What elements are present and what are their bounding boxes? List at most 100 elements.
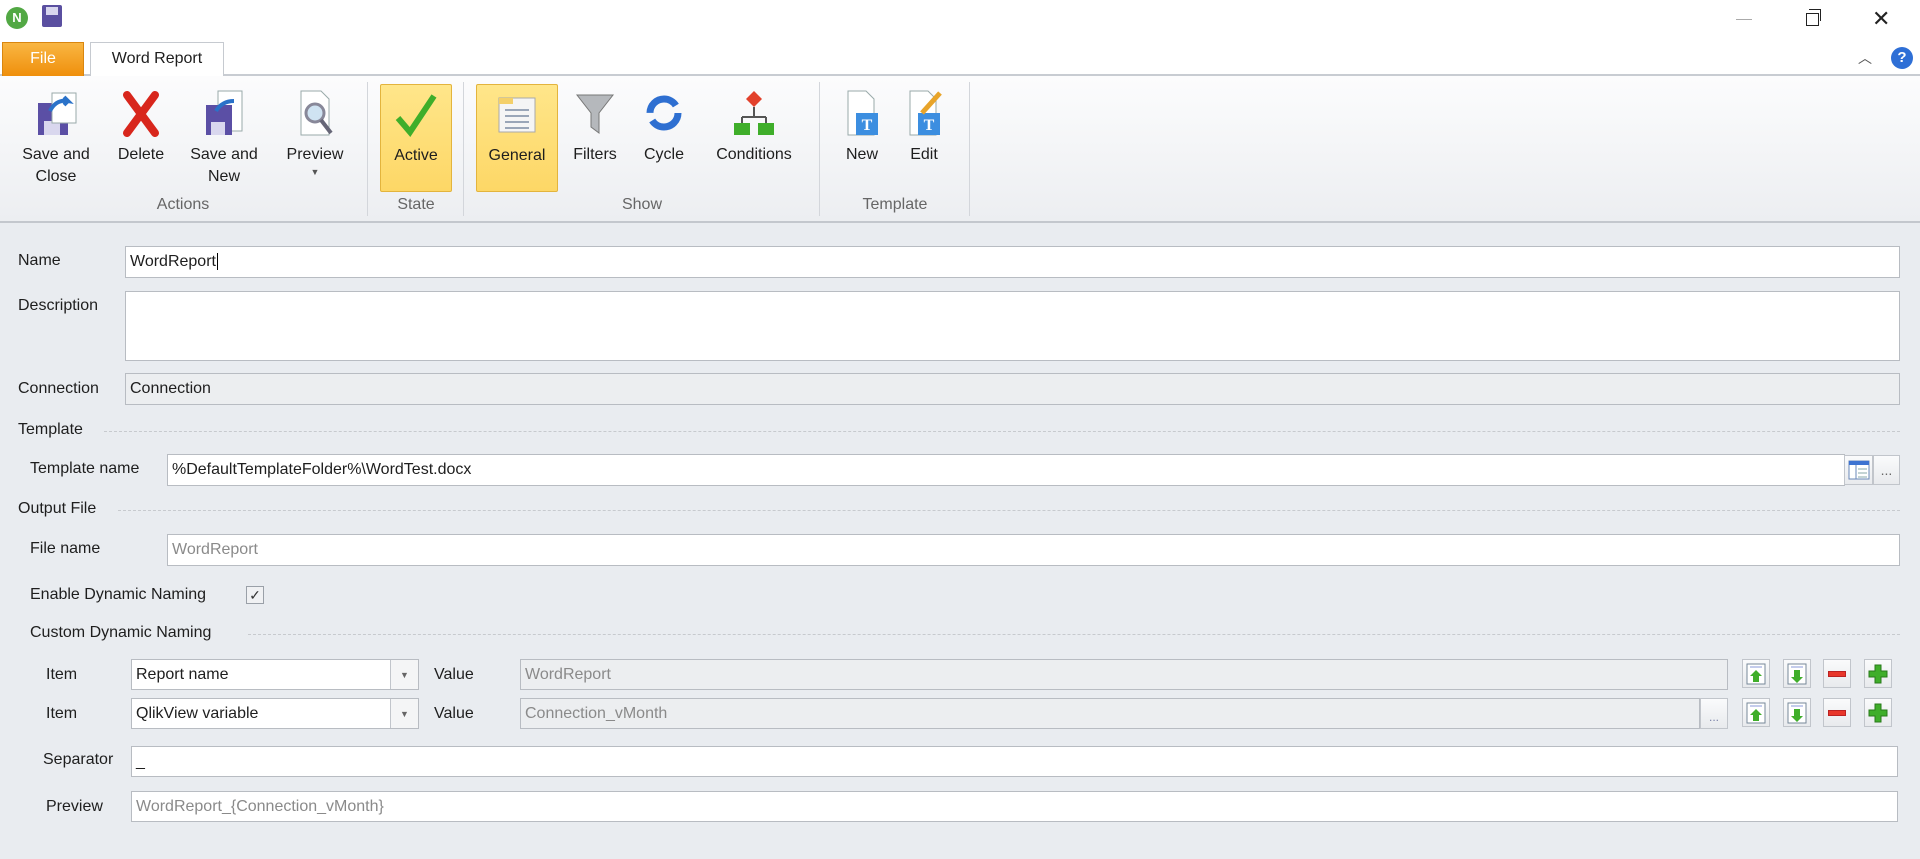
move-up-button[interactable] [1742, 698, 1770, 727]
ribbon: Save and Close Delete Save and New Preview… [0, 76, 1920, 223]
group-divider [367, 82, 368, 216]
group-label-state: State [397, 196, 435, 213]
template-browse-list-button[interactable] [1844, 455, 1873, 485]
item-select[interactable]: Report name ▼ [131, 659, 419, 690]
connection-label: Connection [18, 380, 99, 397]
item-label: Item [46, 705, 78, 722]
output-file-section-header: Output File [18, 500, 97, 517]
minus-icon [1828, 709, 1846, 716]
enable-dynamic-naming-label: Enable Dynamic Naming [30, 586, 207, 603]
save-icon[interactable] [42, 5, 62, 27]
close-button[interactable]: ✕ [1872, 6, 1890, 32]
name-value: WordReport [130, 253, 216, 270]
save-and-close-button[interactable]: Save and Close [14, 84, 98, 192]
cycle-arrows-icon [640, 88, 688, 138]
label: Preview [286, 146, 344, 163]
template-section-header: Template [18, 421, 83, 438]
dropdown-arrow-icon: ▼ [310, 167, 320, 177]
save-and-new-button[interactable]: Save and New [184, 84, 264, 192]
custom-dynamic-naming-header: Custom Dynamic Naming [30, 624, 212, 641]
template-name-input[interactable]: %DefaultTemplateFolder%\WordTest.docx [167, 454, 1845, 486]
move-up-button[interactable] [1742, 659, 1770, 688]
remove-item-button[interactable] [1823, 698, 1851, 727]
minimize-button[interactable] [1736, 19, 1752, 20]
cycle-button[interactable]: Cycle [634, 84, 694, 192]
label: New [207, 168, 240, 185]
chevron-down-icon[interactable]: ▼ [390, 699, 418, 728]
plus-icon [1868, 703, 1888, 722]
group-divider [969, 82, 970, 216]
name-input[interactable]: WordReport [125, 246, 1900, 278]
checkmark-icon [392, 89, 440, 139]
funnel-icon [571, 88, 619, 138]
label: Save and [190, 146, 258, 163]
section-divider [248, 634, 1900, 635]
label: Filters [573, 146, 617, 163]
name-label: Name [18, 252, 61, 269]
title-bar: N ✕ [0, 0, 1920, 42]
section-divider [104, 431, 1900, 432]
move-down-icon [1787, 702, 1807, 723]
table-list-icon [1848, 460, 1869, 480]
conditions-button[interactable]: Conditions [706, 84, 802, 192]
item-label: Item [46, 666, 78, 683]
edit-template-button[interactable]: T Edit [896, 84, 952, 192]
label: Cycle [643, 146, 684, 163]
save-close-icon [32, 88, 80, 138]
edit-document-icon: T [900, 88, 948, 138]
item-select-value: Report name [136, 666, 229, 683]
description-label: Description [18, 297, 99, 314]
group-label-template: Template [862, 196, 928, 213]
filters-button[interactable]: Filters [566, 84, 624, 192]
conditions-diagram-icon [730, 88, 778, 138]
template-name-label: Template name [30, 460, 140, 477]
active-toggle-button[interactable]: Active [380, 84, 452, 192]
file-name-input[interactable]: WordReport [167, 534, 1900, 566]
move-down-button[interactable] [1783, 659, 1811, 688]
restore-button[interactable] [1806, 9, 1821, 26]
label: Close [35, 168, 77, 185]
new-document-icon: T [838, 88, 886, 138]
item-value-field: WordReport [520, 659, 1728, 690]
enable-dynamic-naming-checkbox[interactable]: ✓ [246, 586, 264, 604]
preview-button[interactable]: Preview ▼ [278, 84, 352, 192]
new-template-button[interactable]: T New [834, 84, 890, 192]
ribbon-tabs: File Word Report ︿ ? [0, 42, 1920, 78]
delete-button[interactable]: Delete [110, 84, 172, 192]
collapse-ribbon-icon[interactable]: ︿ [1858, 48, 1872, 68]
item-select-value: QlikView variable [136, 705, 259, 722]
description-textarea[interactable] [125, 291, 1900, 361]
label: Edit [910, 146, 938, 163]
label: Delete [117, 146, 165, 163]
svg-text:T: T [924, 117, 935, 134]
qlik-logo-icon: N [6, 7, 28, 29]
remove-item-button[interactable] [1823, 659, 1851, 688]
value-label: Value [434, 666, 474, 683]
tab-file[interactable]: File [2, 42, 84, 76]
section-divider [118, 510, 1900, 511]
label: Active [394, 147, 438, 164]
separator-label: Separator [43, 751, 114, 768]
variable-ellipsis-button[interactable]: ... [1700, 698, 1728, 729]
plus-icon [1868, 664, 1888, 683]
add-item-button[interactable] [1864, 698, 1892, 727]
preview-magnifier-icon [291, 88, 339, 138]
group-label-actions: Actions [156, 196, 210, 213]
connection-field: Connection [125, 373, 1900, 405]
move-down-button[interactable] [1783, 698, 1811, 727]
chevron-down-icon[interactable]: ▼ [390, 660, 418, 689]
general-button[interactable]: General [476, 84, 558, 192]
item-value-field: Connection_vMonth [520, 698, 1700, 729]
add-item-button[interactable] [1864, 659, 1892, 688]
group-divider [819, 82, 820, 216]
separator-input[interactable]: _ [131, 746, 1898, 777]
template-ellipsis-button[interactable]: ... [1873, 455, 1900, 485]
tab-word-report[interactable]: Word Report [90, 42, 224, 78]
item-select[interactable]: QlikView variable ▼ [131, 698, 419, 729]
value-label: Value [434, 705, 474, 722]
group-divider [463, 82, 464, 216]
label: New [845, 146, 878, 163]
preview-label: Preview [46, 798, 103, 815]
delete-x-icon [117, 88, 165, 138]
help-icon[interactable]: ? [1891, 47, 1913, 69]
